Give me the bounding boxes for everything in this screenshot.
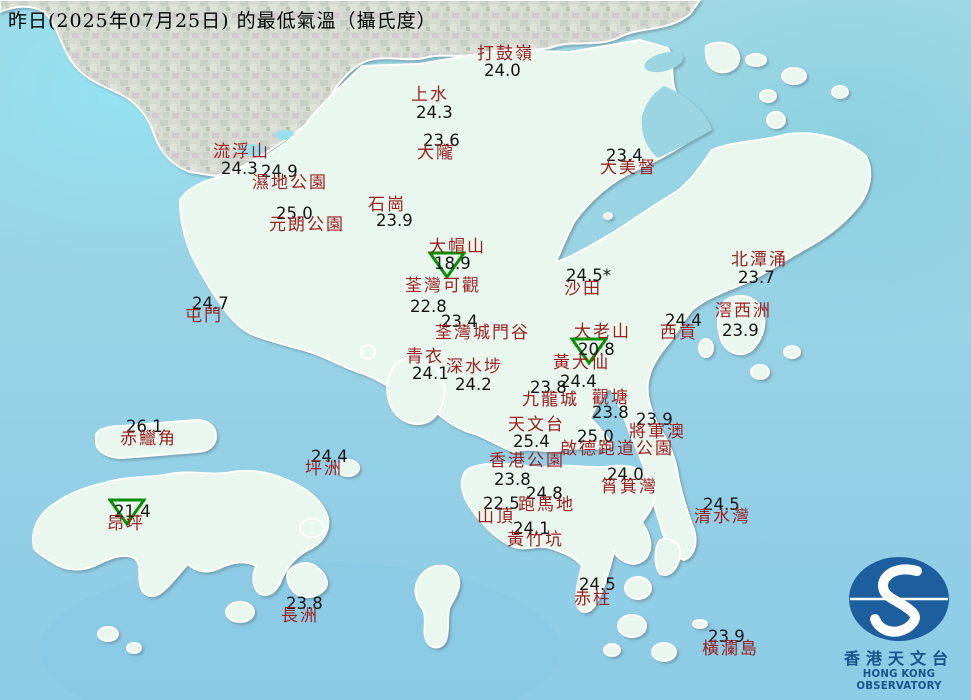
station-temperature: 25.4 — [513, 432, 550, 451]
station-name: 筲箕灣 — [601, 477, 658, 497]
hko-logo-chinese-name: 香港天文台 — [843, 649, 954, 669]
station-name: 觀塘 — [592, 388, 630, 408]
hko-logo: 香港天文台 HONG KONG OBSERVATORY — [831, 555, 967, 694]
station-temperature: 23.7 — [738, 268, 775, 287]
weather-map: 昨日(2025年07月25日) 的最低氣溫（攝氏度） 24.0 打鼓嶺 24.3 上水… — [0, 0, 971, 700]
station-temperature: 23.9 — [722, 321, 759, 340]
station-temperature: 24.0 — [484, 61, 521, 80]
station-name: 元朗公園 — [269, 215, 345, 235]
station-name: 深水埗 — [446, 357, 503, 377]
station-name: 打鼓嶺 — [477, 44, 534, 64]
station-name: 荃灣可觀 — [405, 276, 481, 296]
station-name: 昂坪 — [107, 514, 145, 534]
station-name: 青衣 — [406, 347, 444, 367]
station-temperature: 24.3 — [416, 103, 453, 122]
station-name: 九龍城 — [522, 390, 579, 410]
station-name: 清水灣 — [694, 507, 751, 527]
station-name: 滘西洲 — [715, 301, 772, 321]
station-name: 長洲 — [281, 606, 319, 626]
station-temperature: 23.9 — [376, 211, 413, 230]
hko-logo-english-name: HONG KONG OBSERVATORY — [856, 668, 942, 693]
station-name: 赤鱲角 — [120, 429, 177, 449]
station-name: 上水 — [411, 85, 449, 105]
station-name: 山頂 — [477, 507, 515, 527]
station-name: 北潭涌 — [731, 250, 788, 270]
stations-layer: 24.0 打鼓嶺 24.3 上水 23.6 大隴 23.4 大美督 24.3 流浮山 24.9 濕地公… — [0, 0, 971, 700]
station-name: 黃大仙 — [553, 353, 610, 373]
station-name: 香港公園 — [489, 451, 565, 471]
station-temperature: 24.1 — [412, 364, 449, 383]
station-name: 沙田 — [564, 279, 602, 299]
station-name: 大隴 — [417, 143, 455, 163]
station-name: 坪洲 — [305, 459, 343, 479]
station-temperature: 18.9 — [434, 254, 471, 273]
station-name: 大美督 — [600, 158, 657, 178]
hko-logo-icon — [849, 557, 949, 642]
station-name: 西貢 — [660, 323, 698, 343]
station-temperature: 24.2 — [455, 375, 492, 394]
map-title: 昨日(2025年07月25日) 的最低氣溫（攝氏度） — [8, 10, 437, 32]
station-name: 啟德跑道公園 — [560, 439, 674, 459]
station-name: 跑馬地 — [518, 495, 575, 515]
station-name: 濕地公園 — [252, 173, 328, 193]
station-name: 赤柱 — [574, 589, 612, 609]
station-name: 屯門 — [185, 306, 223, 326]
station-name: 荃灣城門谷 — [435, 323, 530, 343]
station-name: 大帽山 — [429, 237, 486, 257]
station-name: 天文台 — [508, 415, 565, 435]
station-name: 大老山 — [574, 322, 631, 342]
station-name: 黃竹坑 — [507, 530, 564, 550]
station-name: 將軍澳 — [629, 422, 686, 442]
station-name: 石崗 — [368, 195, 406, 215]
station-name: 流浮山 — [213, 142, 270, 162]
station-name: 橫瀾島 — [702, 639, 759, 659]
